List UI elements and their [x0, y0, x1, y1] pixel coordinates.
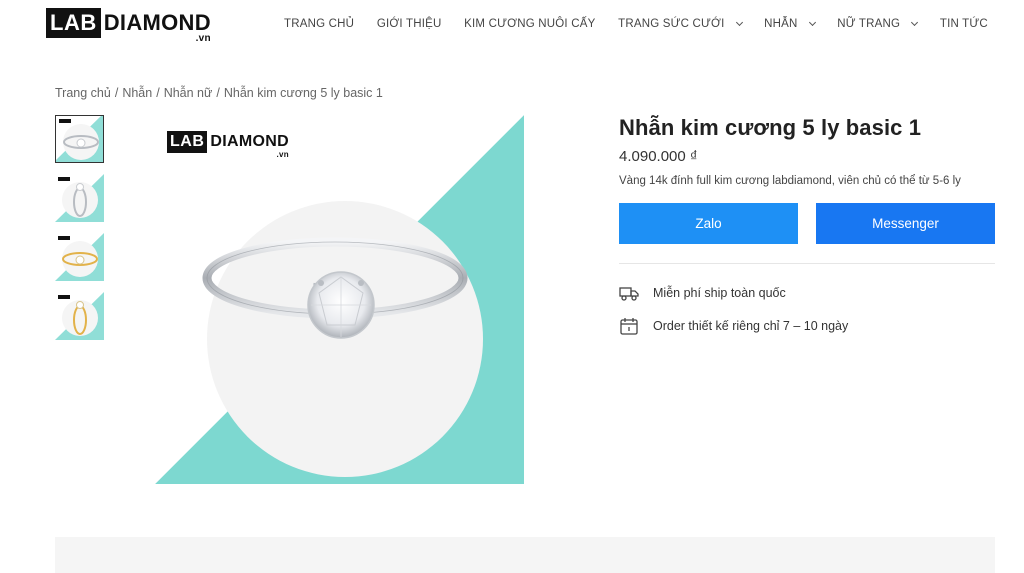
feature-free-shipping: Miễn phí ship toàn quốc: [619, 284, 786, 302]
nav-item-about[interactable]: GIỚI THIỆU: [377, 18, 442, 30]
thumbnail-2[interactable]: [55, 174, 104, 222]
nav-item-wedding-jewelry[interactable]: TRANG SỨC CƯỚI: [618, 18, 743, 30]
nav-item-jewelry[interactable]: NỮ TRANG: [837, 18, 919, 30]
nav-label: KIM CƯƠNG NUÔI CẤY: [464, 18, 596, 30]
breadcrumb-separator: /: [114, 86, 119, 100]
chevron-down-icon: [911, 18, 919, 27]
nav-label: TRANG SỨC CƯỚI: [618, 18, 725, 30]
messenger-button[interactable]: Messenger: [816, 203, 995, 244]
nav-label: TIN TỨC: [939, 18, 988, 30]
ring-thumb-icon: [73, 183, 87, 217]
truck-icon: [619, 287, 639, 301]
image-watermark-logo: LAB DIAMOND .vn: [167, 131, 289, 159]
nav-label: NỮ TRANG: [837, 18, 901, 30]
nav-item-lab-diamonds[interactable]: KIM CƯƠNG NUÔI CẤY: [464, 18, 595, 30]
main-nav: TRANG CHỦ GIỚI THIỆU KIM CƯƠNG NUÔI CẤY …: [284, 18, 988, 30]
logo-box-text: LAB: [46, 8, 101, 38]
thumbnail-list: [55, 115, 104, 351]
ring-thumb-icon: [63, 135, 99, 149]
breadcrumb-current: Nhẫn kim cương 5 ly basic 1: [223, 86, 383, 100]
footer-band: [55, 537, 995, 573]
logo-word: DIAMOND: [103, 10, 211, 35]
chevron-down-icon: [735, 18, 743, 27]
thumbnail-3[interactable]: [55, 233, 104, 281]
site-logo[interactable]: LAB DIAMOND .vn: [46, 8, 211, 48]
ring-image: [155, 115, 524, 484]
chevron-down-icon: [808, 18, 816, 27]
nav-label: TRANG CHỦ: [284, 18, 355, 30]
product-description: Vàng 14k đính full kim cương labdiamond,…: [619, 175, 961, 187]
zalo-button[interactable]: Zalo: [619, 203, 798, 244]
logo-word: DIAMOND: [210, 133, 289, 150]
logo-domain: .vn: [276, 150, 289, 159]
divider: [619, 263, 995, 264]
breadcrumb: Trang chủ / Nhẫn / Nhẫn nữ / Nhẫn kim cương…: [55, 86, 383, 100]
breadcrumb-separator: /: [216, 86, 220, 100]
feature-text: Miễn phí ship toàn quốc: [653, 286, 786, 300]
product-price: 4.090.000 ₫: [619, 148, 698, 165]
nav-label: GIỚI THIỆU: [376, 18, 442, 30]
thumbnail-1[interactable]: [55, 115, 104, 163]
breadcrumb-separator: /: [156, 86, 160, 100]
feature-text: Order thiết kế riêng chỉ 7 – 10 ngày: [653, 319, 849, 333]
main-product-image[interactable]: LAB DIAMOND .vn: [155, 115, 524, 484]
breadcrumb-rings[interactable]: Nhẫn: [122, 86, 152, 100]
logo-word-text: DIAMOND .vn: [103, 8, 211, 44]
product-title: Nhẫn kim cương 5 ly basic 1: [619, 115, 922, 140]
ring-thumb-icon: [62, 252, 98, 266]
logo-word-text: DIAMOND .vn: [210, 131, 289, 159]
logo-box-text: LAB: [167, 131, 208, 153]
thumbnail-4[interactable]: [55, 292, 104, 340]
nav-label: NHẪN: [764, 18, 798, 30]
feature-custom-order: Order thiết kế riêng chỉ 7 – 10 ngày: [619, 316, 848, 336]
nav-item-news[interactable]: TIN TỨC: [940, 18, 988, 30]
calendar-icon: [620, 318, 638, 335]
breadcrumb-home[interactable]: Trang chủ: [55, 86, 111, 100]
ring-thumb-icon: [73, 301, 87, 335]
logo-domain: .vn: [195, 33, 211, 44]
nav-item-rings[interactable]: NHẪN: [764, 18, 816, 30]
nav-item-home[interactable]: TRANG CHỦ: [284, 18, 354, 30]
breadcrumb-womens-rings[interactable]: Nhẫn nữ: [164, 86, 213, 100]
